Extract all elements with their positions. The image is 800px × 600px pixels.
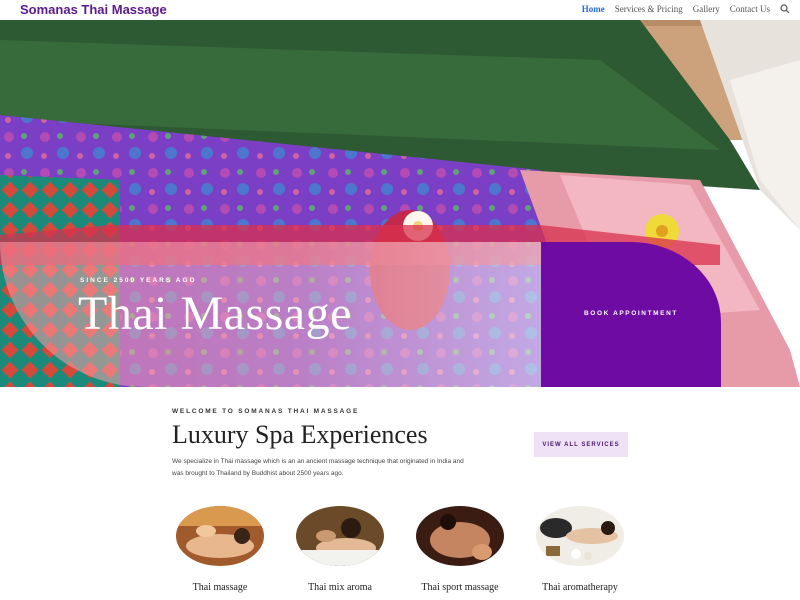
welcome-title: Luxury Spa Experiences bbox=[172, 420, 428, 449]
nav-contact-us[interactable]: Contact Us bbox=[730, 4, 770, 14]
service-image[interactable] bbox=[536, 506, 624, 566]
view-all-services-button[interactable]: VIEW ALL SERVICES bbox=[534, 432, 628, 457]
site-logo[interactable]: Somanas Thai Massage bbox=[20, 2, 167, 17]
service-thai-aromatherapy[interactable]: Thai aromatherapy bbox=[525, 506, 635, 593]
service-image[interactable] bbox=[416, 506, 504, 566]
service-label: Thai mix aroma bbox=[308, 582, 372, 593]
hero-title: Thai Massage bbox=[78, 287, 352, 340]
welcome-text: We specialize in Thai massage which is a… bbox=[172, 458, 464, 477]
service-image[interactable] bbox=[296, 506, 384, 566]
service-label: Thai aromatherapy bbox=[542, 582, 618, 593]
service-label: Thai massage bbox=[192, 582, 248, 593]
main-nav: Home Services & Pricing Gallery Contact … bbox=[572, 4, 790, 14]
nav-gallery[interactable]: Gallery bbox=[693, 4, 720, 14]
service-image[interactable] bbox=[176, 506, 264, 566]
service-thai-sport-massage[interactable]: Thai sport massage bbox=[405, 506, 515, 593]
service-label: Thai sport massage bbox=[421, 582, 499, 593]
hero-eyebrow: SINCE 2500 YEARS AGO bbox=[80, 277, 197, 284]
search-icon[interactable] bbox=[780, 4, 790, 14]
nav-services-pricing[interactable]: Services & Pricing bbox=[615, 4, 683, 14]
welcome-eyebrow: WELCOME TO SOMANAS THAI MASSAGE bbox=[172, 408, 360, 415]
service-thai-mix-aroma[interactable]: Thai mix aroma bbox=[285, 506, 395, 593]
service-thai-massage[interactable]: Thai massage bbox=[165, 506, 275, 593]
nav-home[interactable]: Home bbox=[582, 4, 605, 14]
book-appointment-button[interactable]: BOOK APPOINTMENT bbox=[541, 310, 721, 317]
hero-banner: SINCE 2500 YEARS AGO Thai Massage BOOK A… bbox=[0, 20, 800, 387]
site-header: Somanas Thai Massage Home Services & Pri… bbox=[0, 0, 800, 20]
